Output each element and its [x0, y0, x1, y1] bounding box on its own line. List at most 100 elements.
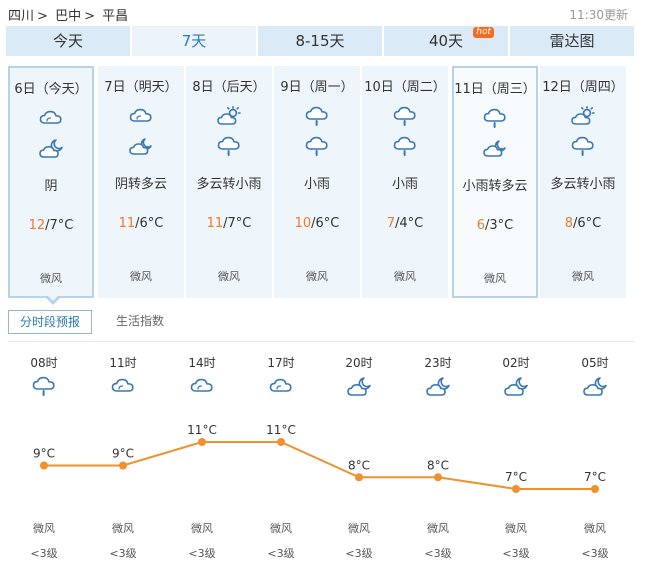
tab-label: 40天 [428, 32, 464, 50]
low-temp: /6°C [135, 216, 164, 231]
high-temp: 6 [476, 218, 486, 233]
day-wind: 微风 [218, 270, 240, 283]
cloudy-night-icon [503, 376, 529, 398]
day-weather: 多云转小雨 [196, 177, 262, 192]
cloudy-icon [189, 376, 215, 398]
tab-8-15-days[interactable]: 8-15天 [258, 26, 382, 56]
hour-wind: 微风 [112, 522, 134, 535]
seven-day-forecast: 6日（今天） 阴 12/7°C 微风 7日（明天） 阴转多云 11/6°C 微风 8日（后天） 多… [8, 66, 628, 298]
day-temperature: 11/6°C [98, 216, 184, 231]
breadcrumb-city[interactable]: 巴中 [55, 9, 81, 24]
day-date: 8日（后天） [192, 80, 266, 95]
light-rain-icon [392, 106, 418, 128]
forecast-tabs: 今天 7天 8-15天 40天 hot 雷达图 [6, 26, 634, 56]
hourly-column: 11时微风 <3级 [93, 342, 153, 563]
day-card[interactable]: 7日（明天） 阴转多云 11/6°C 微风 [98, 66, 184, 298]
day-wind: 微风 [394, 270, 416, 283]
cloudy-icon [268, 376, 294, 398]
tab-label: 今天 [52, 32, 83, 50]
tab-label: 8-15天 [295, 32, 345, 50]
day-weather: 小雨 [391, 177, 418, 192]
cloudy-night-icon [582, 376, 608, 398]
day-wind: 微风 [40, 272, 62, 285]
day-wind: 微风 [484, 272, 506, 285]
day-date: 9日（周一） [280, 80, 354, 95]
day-card[interactable]: 9日（周一） 小雨 10/6°C 微风 [274, 66, 360, 298]
hour-time: 08时 [30, 356, 58, 370]
light-rain-icon [304, 136, 330, 158]
hourly-column: 05时 微风 <3级 [565, 342, 625, 563]
day-card[interactable]: 12日（周四） 多云转小雨 8/6°C 微风 [540, 66, 626, 298]
light-rain-icon [482, 108, 508, 130]
day-card[interactable]: 8日（后天） 多云转小雨 11/7°C 微风 [186, 66, 272, 298]
day-weather: 多云转小雨 [550, 177, 616, 192]
hour-wind-level: <3级 [30, 547, 58, 560]
cloudy-night-icon [38, 138, 64, 160]
partly-cloudy-day-icon [570, 106, 596, 128]
light-rain-icon [216, 136, 242, 158]
hourly-column: 08时微风 <3级 [14, 342, 74, 563]
low-temp: /7°C [223, 216, 252, 231]
tab-40-days[interactable]: 40天 hot [384, 26, 508, 56]
day-wind: 微风 [306, 270, 328, 283]
low-temp: /7°C [45, 218, 74, 233]
day-card[interactable]: 6日（今天） 阴 12/7°C 微风 [8, 66, 94, 298]
hour-wind-level: <3级 [424, 547, 452, 560]
day-temperature: 8/6°C [540, 216, 626, 231]
high-temp: 7 [386, 216, 396, 231]
high-temp: 12 [28, 218, 46, 233]
high-temp: 11 [118, 216, 136, 231]
tab-label: 7天 [181, 32, 207, 50]
hour-wind-level: <3级 [345, 547, 373, 560]
high-temp: 8 [564, 216, 574, 231]
day-date: 11日（周三） [454, 82, 536, 97]
day-card[interactable]: 10日（周二） 小雨 7/4°C 微风 [362, 66, 448, 298]
light-rain-icon [304, 106, 330, 128]
hour-time: 02时 [502, 356, 530, 370]
tab-radar[interactable]: 雷达图 [510, 26, 634, 56]
breadcrumb-province[interactable]: 四川 [8, 9, 34, 24]
day-weather: 阴转多云 [114, 177, 167, 192]
high-temp: 10 [294, 216, 312, 231]
day-card[interactable]: 11日（周三） 小雨转多云 6/3°C 微风 [452, 66, 538, 298]
day-date: 12日（周四） [542, 80, 624, 95]
day-temperature: 7/4°C [362, 216, 448, 231]
hourly-column: 14时 微风 <3级 [172, 342, 232, 563]
hour-wind-level: <3级 [109, 547, 137, 560]
hourly-column: 02时 微风 <3级 [486, 342, 546, 563]
hour-time: 20时 [345, 356, 373, 370]
breadcrumb-county[interactable]: 平昌 [102, 9, 128, 24]
breadcrumb-separator: > [37, 9, 48, 24]
tab-label: 雷达图 [549, 32, 595, 50]
partly-cloudy-night-icon [482, 138, 508, 160]
tab-7-days[interactable]: 7天 [132, 26, 256, 56]
hour-wind: 微风 [33, 522, 55, 535]
day-temperature: 12/7°C [10, 218, 92, 233]
day-temperature: 6/3°C [454, 218, 536, 233]
hour-wind: 微风 [270, 522, 292, 535]
tab-life-index[interactable]: 生活指数 [116, 310, 164, 334]
hour-wind-level: <3级 [581, 547, 609, 560]
hour-time: 11时 [109, 356, 137, 370]
day-weather: 小雨转多云 [462, 179, 528, 194]
tab-today[interactable]: 今天 [6, 26, 130, 56]
partly-cloudy-night-icon [128, 136, 154, 158]
hourly-column: 20时微风 <3级 [329, 342, 389, 563]
tab-hourly-forecast[interactable]: 分时段预报 [8, 310, 92, 334]
hourly-forecast: 9°C 9°C 11°C 11°C 8°C 8°C 7°C 7°C 08时 微风 <3级 11时 微风… [0, 342, 650, 563]
hour-wind: 微风 [427, 522, 449, 535]
day-wind: 微风 [130, 270, 152, 283]
day-date: 10日（周二） [364, 80, 446, 95]
breadcrumb-separator: > [84, 9, 95, 24]
cloudy-icon [128, 106, 154, 128]
low-temp: /3°C [485, 218, 514, 233]
hour-wind: 微风 [584, 522, 606, 535]
hour-wind: 微风 [348, 522, 370, 535]
day-weather: 阴 [44, 179, 58, 194]
top-bar: 四川 > 巴中 > 平昌 11:30更新 [0, 0, 650, 26]
hour-time: 17时 [267, 356, 295, 370]
hour-wind-level: <3级 [267, 547, 295, 560]
day-wind: 微风 [572, 270, 594, 283]
partly-cloudy-day-icon [216, 106, 242, 128]
low-temp: /4°C [395, 216, 424, 231]
